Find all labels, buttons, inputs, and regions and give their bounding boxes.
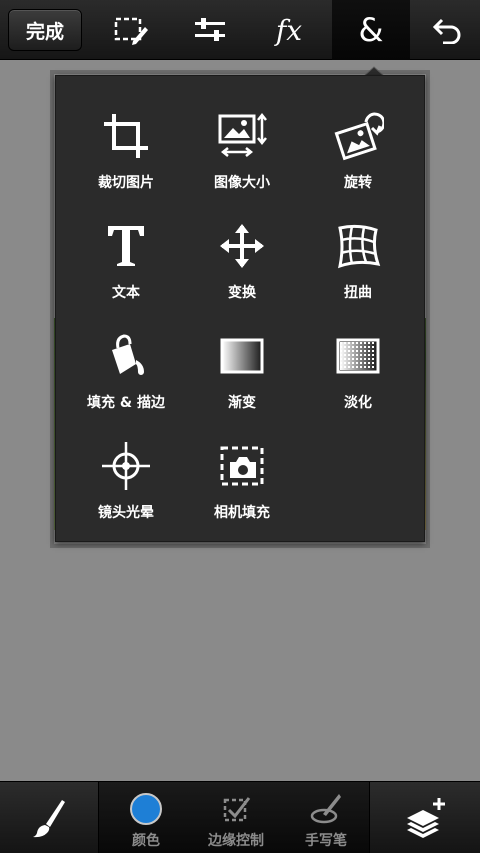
gradient-icon [220,338,264,374]
edge-control-icon [223,797,251,822]
fx-label: fx [275,13,303,47]
tool-label: 颜色 [132,833,160,849]
image-size-icon [218,112,267,157]
color-tool[interactable]: 颜色 [101,782,191,853]
fill-stroke-icon [112,334,144,375]
menu-item-fade[interactable]: 淡化 [300,306,416,412]
menu-item-transform[interactable]: 变换 [184,196,300,302]
camera-fill-icon [220,446,264,486]
menu-item-lens-flare[interactable]: 镜头光晕 [68,416,184,522]
done-button[interactable]: 完成 [8,9,82,51]
edge-control-tool[interactable]: 边缘控制 [191,782,281,853]
menu-item-label: 填充 & 描边 [87,395,165,411]
menu-item-image-size[interactable]: 图像大小 [184,86,300,192]
menu-item-label: 裁切图片 [98,175,154,191]
menu-item-fill-stroke[interactable]: 填充 & 描边 [68,306,184,412]
crop-icon [104,114,148,158]
menu-item-label: 淡化 [344,395,372,411]
menu-item-label: 渐变 [228,395,256,411]
menu-item-label: 相机填充 [214,505,270,521]
layers-add-icon [407,798,445,838]
tool-label: 边缘控制 [208,833,264,849]
menu-item-label: 扭曲 [344,285,372,301]
menu-item-label: 旋转 [344,175,372,191]
bottom-toolbar: 颜色 边缘控制 手写笔 [0,781,480,853]
extras-menu: 裁切图片 图像大小 旋转 文本 变换 扭曲 填充 & 描边 渐变 淡化 镜头光晕… [55,75,425,542]
menu-item-warp[interactable]: 扭曲 [300,196,416,302]
text-icon [108,226,144,266]
rotate-icon [334,112,384,161]
menu-item-label: 变换 [228,285,256,301]
menu-item-camera-fill[interactable]: 相机填充 [184,416,300,522]
menu-item-label: 文本 [112,285,140,301]
menu-item-crop[interactable]: 裁切图片 [68,86,184,192]
tool-label: 手写笔 [305,833,347,849]
undo-icon[interactable] [415,0,480,60]
stylus-icon [310,794,341,824]
fade-icon [336,338,380,374]
warp-icon [338,224,381,269]
brush-icon [33,800,65,838]
stylus-tool[interactable]: 手写笔 [281,782,371,853]
selection-edit-icon[interactable] [96,0,166,60]
top-toolbar: 完成 fx & [0,0,480,60]
brush-button[interactable] [0,782,98,853]
menu-item-label: 镜头光晕 [98,505,154,521]
menu-item-rotate[interactable]: 旋转 [300,86,416,192]
transform-icon [220,224,264,268]
amp-label: & [358,11,384,49]
brush-options: 颜色 边缘控制 手写笔 [98,782,370,853]
lens-flare-icon [102,442,150,490]
menu-item-label: 图像大小 [214,175,270,191]
extras-tab[interactable]: & [332,0,410,60]
menu-item-gradient[interactable]: 渐变 [184,306,300,412]
color-swatch-icon [130,793,162,825]
adjustments-icon[interactable] [175,0,245,60]
menu-item-text[interactable]: 文本 [68,196,184,302]
layers-button[interactable] [370,782,480,853]
effects-icon[interactable]: fx [254,0,324,60]
